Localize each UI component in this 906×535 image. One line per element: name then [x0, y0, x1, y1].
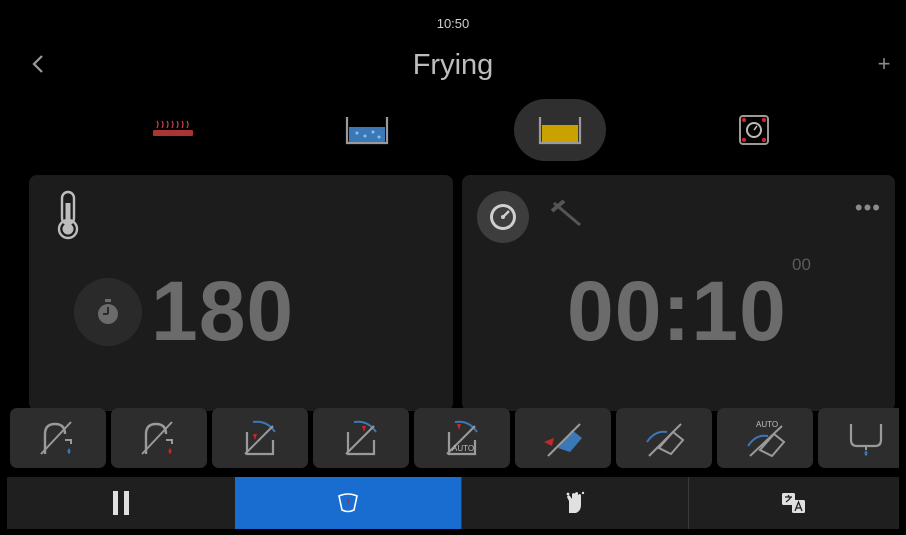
- grill-icon: [153, 120, 193, 136]
- tilt-pour-icon: [544, 423, 582, 457]
- temperature-value: 180: [151, 264, 295, 358]
- tilt-auto-button[interactable]: AUTO: [414, 408, 510, 468]
- add-heat-button[interactable]: [111, 408, 207, 468]
- drain-button[interactable]: [818, 408, 899, 468]
- add-button[interactable]: +: [874, 51, 894, 76]
- app-screen: 10:50 Frying + 180 ••• 00:10 00 AUTO AUT…: [7, 7, 899, 529]
- thermometer-icon: [57, 190, 79, 240]
- time-value: 00:10: [567, 264, 787, 358]
- page-title: Frying: [412, 49, 494, 81]
- time-panel[interactable]: ••• 00:10 00: [462, 175, 895, 411]
- temperature-panel[interactable]: 180: [29, 175, 453, 411]
- tilt-pour-button[interactable]: [515, 408, 611, 468]
- tilt-gauge-icon: [338, 493, 358, 513]
- mode-pressure[interactable]: [708, 99, 800, 161]
- more-options-button[interactable]: •••: [855, 197, 881, 219]
- tilt-manual-button[interactable]: [212, 408, 308, 468]
- tilt-pan-button[interactable]: [616, 408, 712, 468]
- probe-icon[interactable]: [550, 199, 586, 229]
- core-temp-button[interactable]: [477, 191, 529, 243]
- function-button-row: AUTO AUTO: [10, 408, 899, 470]
- tilt-gauge-tab[interactable]: [235, 477, 461, 529]
- tilt-pan-icon: [646, 423, 685, 457]
- water-bath-icon: [345, 117, 389, 145]
- time-seconds: 00: [792, 255, 811, 274]
- drain-icon: [849, 424, 883, 456]
- mode-grill[interactable]: [127, 99, 219, 161]
- add-heat-icon: [141, 421, 173, 455]
- mode-boiling[interactable]: [321, 99, 413, 161]
- add-water-button[interactable]: [10, 408, 106, 468]
- add-water-icon: [40, 421, 72, 455]
- translate-icon: [782, 493, 805, 513]
- tilt-heat-button[interactable]: [313, 408, 409, 468]
- tilt-auto-pan-label: AUTO: [756, 420, 778, 429]
- pause-button[interactable]: [7, 477, 234, 529]
- bottom-nav: [7, 477, 899, 529]
- tilt-auto-icon: AUTO: [446, 420, 478, 456]
- mode-frying[interactable]: [514, 99, 606, 161]
- tilt-auto-label: AUTO: [452, 444, 474, 453]
- oil-bath-icon: [538, 117, 582, 145]
- gauge-icon: [490, 204, 516, 230]
- hand-wash-tab[interactable]: [462, 477, 688, 529]
- hand-wash-icon: [566, 491, 585, 513]
- tilt-manual-icon: [244, 420, 276, 456]
- timer-icon-button[interactable]: [74, 278, 142, 346]
- tilt-auto-pan-button[interactable]: AUTO: [717, 408, 813, 468]
- tilt-auto-pan-icon: AUTO: [747, 420, 786, 458]
- tilt-heat-icon: [345, 420, 377, 456]
- pressure-cooking-icon: [739, 115, 769, 145]
- pause-icon: [112, 491, 129, 515]
- stopwatch-icon: [98, 299, 118, 324]
- translate-tab[interactable]: [689, 477, 899, 529]
- status-clock: 10:50: [436, 16, 470, 31]
